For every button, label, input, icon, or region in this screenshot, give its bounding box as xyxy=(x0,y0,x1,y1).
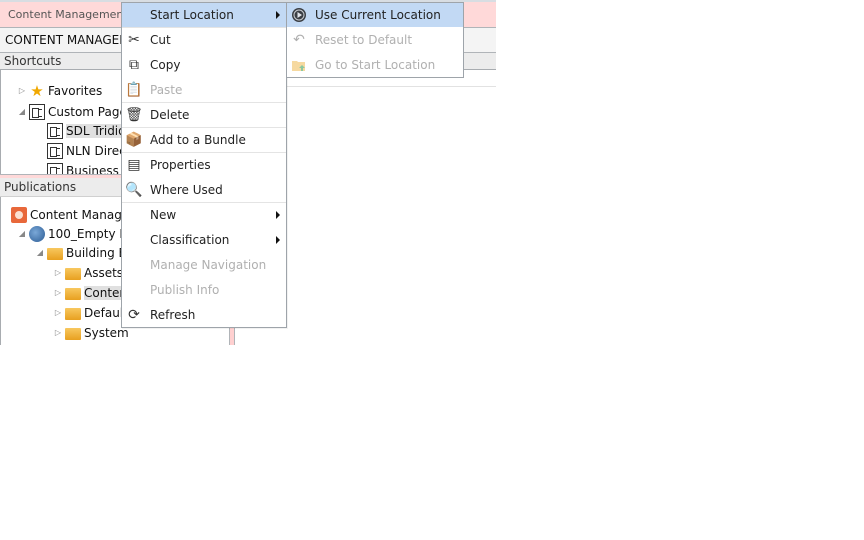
menu-item-label: Reset to Default xyxy=(315,33,413,47)
menu-item-label: Delete xyxy=(150,108,190,122)
custom-page-icon xyxy=(47,162,63,174)
menu-item-label: Paste xyxy=(150,83,183,97)
tree-system[interactable]: ▷ System xyxy=(53,323,129,342)
menu-item-label: Copy xyxy=(150,58,181,72)
expand-icon[interactable]: ▷ xyxy=(17,86,27,95)
folder-icon xyxy=(65,327,81,340)
submenu-arrow-icon xyxy=(276,11,280,19)
collapse-icon[interactable]: ◢ xyxy=(17,229,27,238)
menu-item-label: Properties xyxy=(150,158,211,172)
menu-item-manage-navigation[interactable]: Manage Navigation xyxy=(122,253,286,277)
menu-item-label: New xyxy=(150,208,177,222)
submenu-arrow-icon xyxy=(276,211,280,219)
tree-item-label: Favorites xyxy=(48,83,103,98)
menu-item-classification[interactable]: Classification xyxy=(122,228,286,252)
custom-page-icon xyxy=(47,122,63,139)
tree-content[interactable]: ▷ Content xyxy=(53,283,132,302)
expand-icon[interactable]: ▷ xyxy=(53,328,63,337)
expand-icon[interactable]: ▷ xyxy=(53,268,63,277)
tree-default[interactable]: ▷ Default xyxy=(53,303,128,322)
menu-item-new[interactable]: New xyxy=(122,203,286,227)
menu-item-publish-info[interactable]: Publish Info xyxy=(122,278,286,302)
folder-icon xyxy=(65,267,81,280)
collapse-icon[interactable]: ◢ xyxy=(35,248,45,257)
menu-item-properties[interactable]: ▤ Properties xyxy=(122,153,286,177)
menu-item-cut[interactable]: ✂ Cut xyxy=(122,28,286,52)
menu-item-label: Manage Navigation xyxy=(150,258,267,272)
add-to-bundle-icon: 📦 xyxy=(125,132,143,148)
menu-item-label: Classification xyxy=(150,233,230,247)
custom-page-icon xyxy=(29,103,45,120)
menu-item-copy[interactable]: ⧉ Copy xyxy=(122,53,286,77)
menu-item-use-current-location[interactable]: Use Current Location xyxy=(287,3,463,27)
shortcut-custom-pages[interactable]: ◢ Custom Pages xyxy=(17,102,121,121)
star-icon: ★ xyxy=(30,81,44,100)
menu-item-paste[interactable]: 📋 Paste xyxy=(122,78,286,102)
tree-item-label: SDL Tridion xyxy=(66,123,121,138)
menu-item-add-to-bundle[interactable]: 📦 Add to a Bundle xyxy=(122,128,286,152)
tree-item-label: Business xyxy=(66,163,119,175)
properties-icon: ▤ xyxy=(127,157,141,173)
shortcuts-tree: ▷ ★ Favorites ◢ Custom Pages SDL Tridion… xyxy=(0,70,121,174)
menu-item-where-used[interactable]: 🔍 Where Used xyxy=(122,178,286,202)
expand-icon[interactable]: ▷ xyxy=(53,308,63,317)
use-current-location-icon xyxy=(291,7,307,23)
custom-page-icon xyxy=(47,142,63,159)
tree-assets[interactable]: ▷ Assets xyxy=(53,263,123,282)
menu-item-label: Start Location xyxy=(150,8,234,22)
shortcut-favorites[interactable]: ▷ ★ Favorites xyxy=(17,81,102,100)
content-management-icon xyxy=(11,206,27,223)
context-menu: Start Location ✂ Cut ⧉ Copy 📋 Paste 🗑 De… xyxy=(121,2,287,328)
shortcut-business[interactable]: Business xyxy=(47,161,119,174)
menu-item-label: Go to Start Location xyxy=(315,58,436,72)
tree-item-label: Assets xyxy=(84,265,124,280)
shortcuts-title[interactable]: Shortcuts xyxy=(4,54,61,68)
menu-item-label: Publish Info xyxy=(150,283,220,297)
tree-item-label: Custom Pages xyxy=(48,104,121,119)
folder-icon xyxy=(65,287,81,300)
menu-item-label: Cut xyxy=(150,33,171,47)
menu-item-label: Use Current Location xyxy=(315,8,441,22)
shortcut-nln-directory[interactable]: NLN Directory xyxy=(47,141,121,160)
scissors-icon: ✂ xyxy=(128,32,140,48)
folder-icon xyxy=(47,247,63,260)
where-used-icon: 🔍 xyxy=(125,182,143,198)
copy-icon: ⧉ xyxy=(129,57,139,73)
menu-item-label: Add to a Bundle xyxy=(150,133,246,147)
menu-item-label: Where Used xyxy=(150,183,223,197)
trash-icon: 🗑 xyxy=(125,107,143,123)
folder-icon xyxy=(65,307,81,320)
publications-title[interactable]: Publications xyxy=(4,180,76,194)
publication-globe-icon xyxy=(29,225,45,242)
menu-item-delete[interactable]: 🗑 Delete xyxy=(122,103,286,127)
submenu-arrow-icon xyxy=(276,236,280,244)
paste-icon: 📋 xyxy=(125,82,143,98)
menu-item-refresh[interactable]: ⟳ Refresh xyxy=(122,303,286,327)
shortcut-sdl-tridion[interactable]: SDL Tridion xyxy=(47,121,121,140)
app-header-title: Content Management xyxy=(8,8,128,21)
menu-item-go-to-start-location[interactable]: Go to Start Location xyxy=(287,53,463,77)
expand-icon[interactable]: ▷ xyxy=(53,288,63,297)
menu-item-reset-to-default[interactable]: ↶ Reset to Default xyxy=(287,28,463,52)
content-divider xyxy=(287,86,496,87)
reset-icon: ↶ xyxy=(293,32,305,48)
start-location-submenu: Use Current Location ↶ Reset to Default … xyxy=(286,2,464,78)
collapse-icon[interactable]: ◢ xyxy=(17,107,27,116)
refresh-icon: ⟳ xyxy=(128,307,140,323)
go-to-start-location-icon xyxy=(291,57,307,73)
tree-item-label: NLN Directory xyxy=(66,143,121,158)
vertical-splitter[interactable] xyxy=(229,327,235,345)
menu-item-start-location[interactable]: Start Location xyxy=(122,3,286,27)
menu-item-label: Refresh xyxy=(150,308,196,322)
